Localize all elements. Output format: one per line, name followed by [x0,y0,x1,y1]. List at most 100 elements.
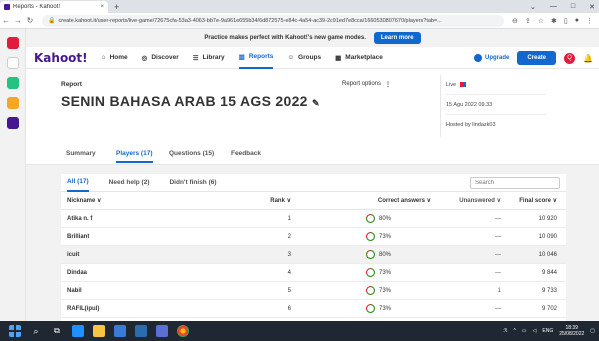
lock-icon[interactable]: 🔒 [48,17,55,24]
col-rank[interactable]: Rank ∨ [211,197,291,204]
extension-icons: ⊖ ⇪ ☆ ✱ ▯ ● ⋮ [504,17,599,25]
windows-start-icon[interactable] [9,325,21,337]
list-icon: ☰ [192,54,199,62]
back-icon[interactable]: ← [0,16,12,25]
tab-summary[interactable]: Summary [66,150,96,157]
nav-home[interactable]: ⌂ Home [102,47,128,69]
report-options-label: Report options [342,81,382,87]
table-row[interactable]: Brilliant 2 73% — 10 090 [61,228,566,246]
table-row[interactable]: RAFIL(ipul) 6 73% — 9 702 [61,300,566,318]
new-tab-button[interactable]: + [114,2,119,12]
upgrade-button[interactable]: Upgrade [474,54,509,62]
zoom-icon[interactable]: ⊖ [512,17,518,25]
profile-icon[interactable]: ● [575,17,579,25]
tab-title: Reports - Kahoot! [13,4,61,10]
top-navigation: Kahoot! ⌂ Home ◎ Discover ☰ Library ▥ Re… [26,47,599,69]
notifications-icon[interactable]: ▢ [590,328,595,334]
nav-marketplace[interactable]: ▦ Marketplace [335,47,383,69]
rank-cell: 1 [287,215,291,222]
person-icon[interactable]: ℛ [503,328,507,334]
table-row[interactable]: Dindaa 4 73% — 9 844 [61,264,566,282]
file-explorer-icon[interactable] [93,325,105,337]
app-icon-3[interactable] [7,77,19,89]
nav-library[interactable]: ☰ Library [193,47,225,69]
correct-ring-icon [366,214,375,223]
correct-cell: 73% [291,286,431,295]
nav-reports[interactable]: ▥ Reports [238,47,274,69]
mail-icon[interactable] [135,325,147,337]
filter-all[interactable]: All (17) [67,174,89,192]
task-view-icon[interactable]: ⧉ [51,325,63,337]
clock[interactable]: 18:39 25/08/2022 [559,325,584,337]
forward-icon[interactable]: → [12,16,24,25]
avatar[interactable]: Q [564,52,576,64]
edit-icon[interactable]: ✎ [312,98,320,108]
reload-icon[interactable]: ↻ [24,16,36,25]
report-options-button[interactable]: Report options ⋮ [342,81,391,88]
chrome-icon[interactable] [177,325,189,337]
report-header: Report SENIN BAHASA ARAB 15 AGS 2022 ✎ R… [26,69,599,141]
learn-more-button[interactable]: Learn more [373,32,421,44]
report-info: Live 15 Agu 2022 09.33 Hosted by lindazk… [440,75,546,137]
search-input[interactable] [470,177,560,189]
info-date-row: 15 Agu 2022 09.33 [446,95,546,115]
bookmark-star-icon[interactable]: ☆ [538,17,544,25]
unanswered-cell: — [495,233,501,240]
col-correct[interactable]: Correct answers ∨ [291,197,431,204]
filter-need-help[interactable]: Need help (2) [109,174,150,192]
correct-ring-icon [366,268,375,277]
menu-icon[interactable]: ⋮ [586,17,593,25]
sidebar-icon[interactable]: ▯ [564,17,568,25]
nickname-cell: Dindaa [67,269,88,276]
share-icon[interactable]: ⇪ [525,17,531,25]
nav-marketplace-label: Marketplace [345,54,383,61]
network-icon[interactable]: ▭ [522,328,527,334]
app-icon-1[interactable] [7,37,19,49]
teams-icon[interactable] [156,325,168,337]
live-badge-icon [460,82,467,87]
col-final-score[interactable]: Final score ∨ [501,197,561,204]
os-taskbar: ⌕ ⧉ ℛ ^ ▭ ◁ ENG 18:39 25/08/2022 ▢ [0,321,599,341]
nav-library-label: Library [202,54,225,61]
nav-discover-label: Discover [151,54,179,61]
filter-didnt-finish[interactable]: Didn't finish (6) [169,174,216,192]
table-row[interactable]: icuit 3 80% — 10 046 [61,246,566,264]
nav-discover[interactable]: ◎ Discover [142,47,179,69]
app-icon-4[interactable] [7,97,19,109]
close-tab-icon[interactable]: × [100,4,104,10]
nickname-cell: icuit [67,251,80,258]
table-row[interactable]: Nabil 5 73% 1 9 733 [61,282,566,300]
correct-percent: 80% [379,215,392,222]
volume-icon[interactable]: ◁ [533,328,537,334]
nav-groups[interactable]: ☺ Groups [287,47,321,69]
table-row[interactable]: Atika n. f 1 80% — 10 920 [61,210,566,228]
tab-players[interactable]: Players (17) [116,150,153,163]
create-button[interactable]: Create [517,51,557,65]
app-icon-5[interactable] [7,117,19,129]
tab-feedback[interactable]: Feedback [231,150,261,157]
score-cell: 10 920 [538,215,557,222]
language-indicator[interactable]: ENG [542,328,553,334]
bar-chart-icon: ▥ [238,53,245,61]
close-window-button[interactable]: ✕ [589,3,595,11]
tab-search-icon[interactable]: ⌄ [530,3,536,11]
col-unanswered[interactable]: Unanswered ∨ [431,197,501,204]
bell-icon[interactable]: 🔔 [583,54,593,63]
col-nickname[interactable]: Nickname ∨ [61,197,211,204]
tab-questions[interactable]: Questions (15) [169,150,214,157]
system-tray: ℛ ^ ▭ ◁ ENG 18:39 25/08/2022 ▢ [503,321,595,341]
minimize-button[interactable]: — [550,3,557,10]
edge-icon[interactable] [72,325,84,337]
store-app-icon[interactable] [114,325,126,337]
url-input[interactable]: 🔒 create.kahoot.it/user-reports/live-gam… [42,14,504,27]
page-title: SENIN BAHASA ARAB 15 AGS 2022 ✎ [61,93,320,109]
correct-ring-icon [366,232,375,241]
search-icon[interactable]: ⌕ [30,325,42,337]
score-cell: 9 733 [541,287,557,294]
kahoot-logo[interactable]: Kahoot! [34,51,88,65]
extensions-icon[interactable]: ✱ [551,17,557,25]
chevron-up-icon[interactable]: ^ [513,328,515,334]
browser-tab[interactable]: Reports - Kahoot! × [0,1,108,13]
maximize-button[interactable]: □ [571,3,575,10]
app-icon-2[interactable] [7,57,19,69]
